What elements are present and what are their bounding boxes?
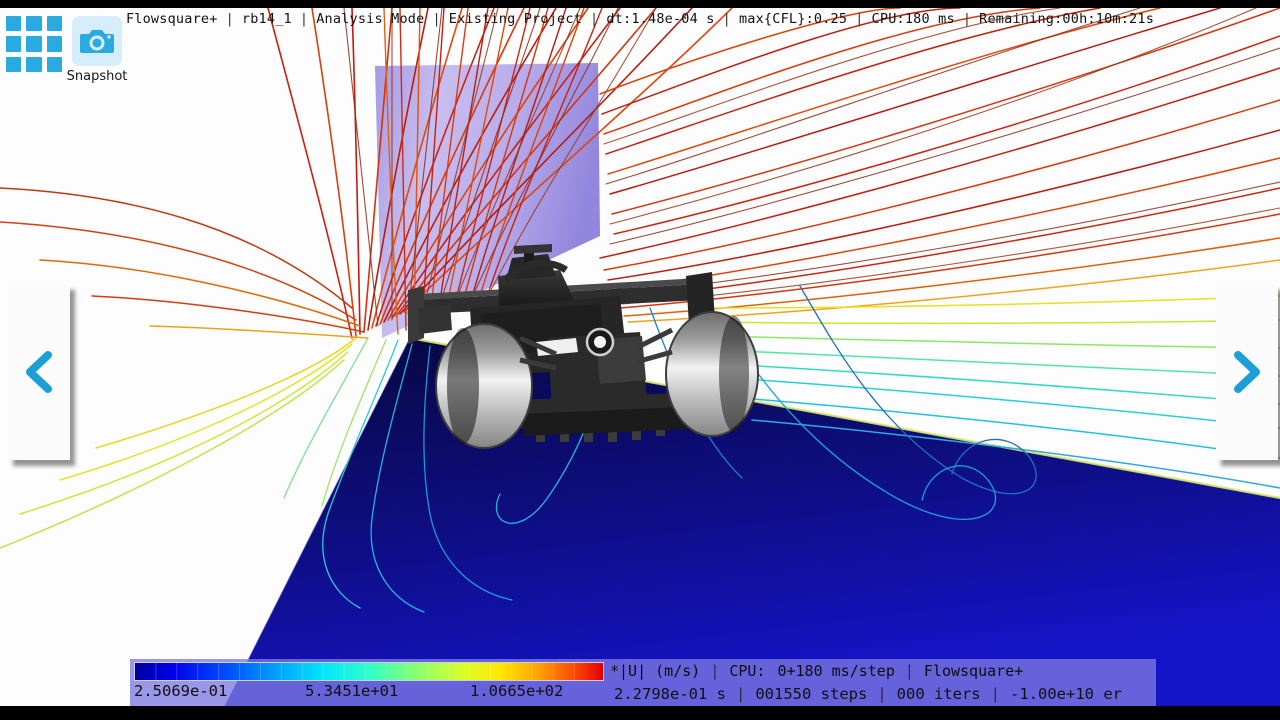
status-bar: *|U| (m/s) | CPU: 0+180 ms/step | Flowsq…	[130, 659, 1156, 706]
chevron-left-icon	[26, 351, 52, 393]
next-view-button[interactable]	[1216, 284, 1278, 460]
grid-cell	[46, 16, 62, 32]
grid-cell	[6, 16, 22, 32]
colorbar-mid-label: 5.3451e+01	[305, 682, 399, 700]
camera-icon	[80, 30, 114, 53]
flowsquare-viewport: Flowsquare+ | rb14_1 | Analysis Mode | E…	[0, 0, 1280, 720]
status-separator: |	[877, 685, 887, 703]
status-row-top: *|U| (m/s) | CPU: 0+180 ms/step | Flowsq…	[130, 659, 1156, 682]
steps-value: 001550 steps	[755, 685, 868, 703]
tool-panel: Snapshot	[6, 16, 128, 84]
status-brand: Flowsquare+	[923, 662, 1024, 680]
iterations-value: 000 iters	[896, 685, 981, 703]
status-separator: |	[990, 685, 1000, 703]
grid-cell	[6, 36, 22, 52]
grid-apps-icon[interactable]	[6, 16, 62, 72]
residual-value: -1.00e+10 er	[1010, 685, 1122, 703]
grid-cell	[26, 16, 42, 32]
simulation-time-value: 2.2798e-01 s	[614, 685, 726, 703]
grid-cell	[26, 56, 42, 72]
status-separator: |	[735, 685, 746, 703]
velocity-quantity-label: *|U| (m/s)	[610, 662, 701, 680]
scene-render	[0, 8, 1280, 706]
snapshot-icon-tile	[72, 16, 122, 66]
grid-cell	[46, 56, 62, 72]
cpu-label: CPU:	[729, 662, 766, 680]
colorbar-max-label: 1.0665e+02	[470, 682, 564, 700]
grid-cell	[26, 36, 42, 52]
velocity-colorbar[interactable]	[134, 661, 604, 681]
letterbox-bottom	[0, 706, 1280, 720]
colorbar-tick-row: 2.5069e-01 5.3451e+01 1.0665e+02	[130, 682, 608, 706]
status-row-bottom: 2.5069e-01 5.3451e+01 1.0665e+02 2.2798e…	[130, 682, 1156, 706]
status-separator: |	[710, 662, 720, 680]
status-separator: |	[904, 662, 914, 680]
simulation-viewport[interactable]	[0, 8, 1280, 706]
colorbar-min-label: 2.5069e-01	[134, 682, 228, 700]
cpu-value: 0+180 ms/step	[777, 662, 895, 680]
previous-view-button[interactable]	[8, 284, 70, 460]
letterbox-top	[0, 0, 1280, 8]
colorbar-gradient	[135, 662, 603, 680]
snapshot-button[interactable]: Snapshot	[66, 16, 128, 84]
chevron-right-icon	[1234, 351, 1260, 393]
grid-cell	[6, 56, 22, 72]
grid-cell	[46, 36, 62, 52]
snapshot-label: Snapshot	[66, 69, 128, 84]
